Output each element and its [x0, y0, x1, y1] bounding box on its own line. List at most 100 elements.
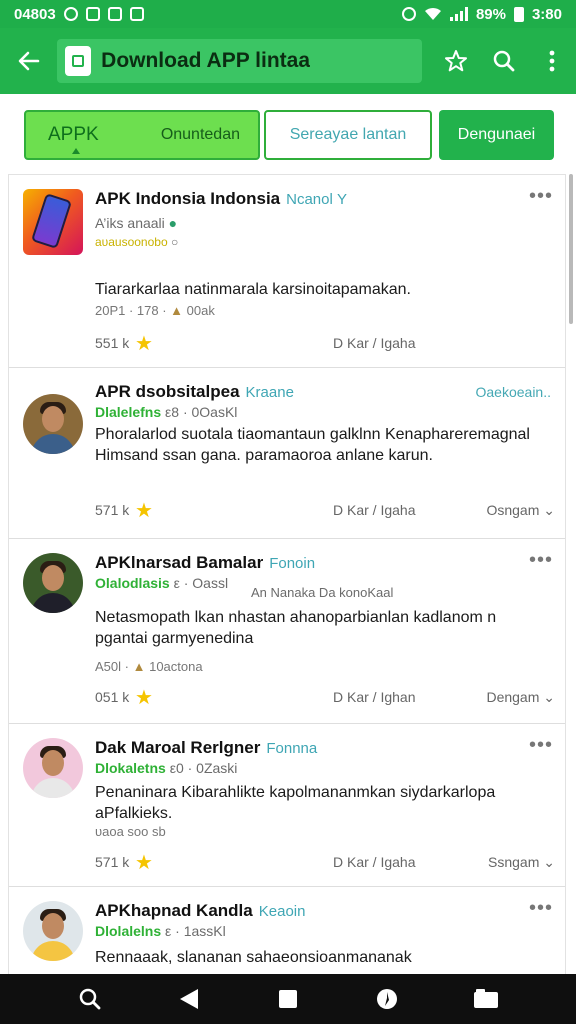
item-subtitle: Dlalelefns ε8 · 0OasKl	[95, 404, 238, 420]
search-icon	[493, 50, 515, 72]
item-title: APKhapnad Kandla Keaoin	[95, 901, 306, 920]
item-title: APKlnarsad Bamalar Fonoin	[95, 553, 316, 572]
list-item[interactable]: APKhapnad Kandla Keaoin ••• Dlolalelns ε …	[9, 887, 565, 974]
wifi-icon	[424, 7, 441, 20]
arrow-left-icon	[18, 51, 39, 71]
chevron-down-icon: ⌄	[543, 854, 555, 870]
chevron-down-icon: ⌄	[543, 502, 555, 518]
triangle-back-icon	[179, 989, 198, 1009]
item-subtitle: Dlolalelns ε · 1assKl	[95, 923, 226, 939]
item-footer: 051 k ★ D Kar / Ighan Dengam ⌄	[95, 687, 555, 709]
star-icon[interactable]: ★	[135, 331, 153, 356]
avatar	[23, 901, 83, 961]
item-note: An Nanaka Da konoKaal	[251, 585, 394, 600]
caret-up-icon	[72, 148, 80, 154]
filter-primary-secondary-label: Onuntedan	[160, 126, 240, 143]
vibrate-icon	[401, 7, 416, 21]
avatar	[23, 394, 83, 454]
item-rating-line: aυausoonobo ○	[95, 235, 179, 249]
item-description: Netasmopath lkan nhastan ahanoparbianlan…	[95, 609, 497, 647]
item-title: APR dsobsitalpea Kraane	[95, 382, 294, 401]
item-meta: A50l · ▲ 10actona	[95, 659, 203, 674]
filter-bar: APPK Onuntedan Sereayae lantan Dengunaei	[24, 110, 554, 160]
message-notification-icon	[129, 7, 144, 21]
results-list: APK Indonsia Indonsia Ncanol Υ ••• A’iks …	[8, 174, 566, 974]
back-button[interactable]	[0, 28, 57, 94]
star-icon[interactable]: ★	[135, 685, 153, 710]
item-description: Phoralarlod suotala tiaomantaun galklnn …	[95, 426, 530, 464]
item-subtitle: Dlokaletns ε0 · 0Zaski	[95, 760, 238, 776]
nav-compass-button[interactable]	[367, 979, 407, 1019]
address-bar[interactable]: Download APP lintaa	[57, 39, 422, 83]
filter-middle-label: Sereayae lantan	[289, 126, 407, 143]
overflow-menu-button[interactable]	[528, 28, 576, 94]
item-footer: 571 k ★ D Kar / Igaha Ssngam ⌄	[95, 852, 555, 874]
item-title: APK Indonsia Indonsia Ncanol Υ	[95, 189, 347, 208]
item-link[interactable]: Oaekoeain..	[476, 384, 552, 400]
item-description: Rennaaak, slananan sahaeonsioanmananak	[95, 949, 412, 966]
item-category: D Kar / Igaha	[333, 335, 416, 351]
battery-icon	[513, 6, 524, 22]
item-meta: 20P1 · 178 · ▲ 00ak	[95, 303, 215, 318]
avatar	[23, 553, 83, 613]
item-dropdown[interactable]: Dengam ⌄	[486, 689, 555, 706]
filter-primary-label: APPK	[48, 124, 99, 145]
app-thumbnail	[23, 189, 83, 255]
download-count: 551 k	[95, 335, 130, 351]
list-item[interactable]: APKlnarsad Bamalar Fonoin ••• Olalodlasis…	[9, 539, 565, 724]
filter-middle-tab[interactable]: Sereayae lantan	[264, 110, 432, 160]
filter-action-button[interactable]: Dengunaei	[439, 110, 554, 160]
nav-home-button[interactable]	[268, 979, 308, 1019]
square-home-icon	[278, 990, 297, 1008]
item-description: Penaninara Kibarahlikte kapolmananmkan s…	[95, 784, 496, 822]
download-count: 571 k	[95, 854, 130, 870]
item-category: D Kar / Ighan	[333, 689, 416, 705]
scrollbar[interactable]	[569, 174, 573, 324]
filter-primary-tab[interactable]: APPK Onuntedan	[24, 110, 260, 160]
status-code: 04803	[14, 5, 56, 23]
star-outline-icon	[445, 50, 467, 72]
item-meta: υaoa soo sb	[95, 824, 166, 839]
item-footer: 551 k ★ D Kar / Igaha	[95, 333, 555, 355]
tabs-icon	[474, 989, 499, 1008]
status-bar: 04803 89% 3:80	[0, 0, 576, 28]
nav-tabs-button[interactable]	[466, 979, 506, 1019]
signal-icon	[449, 7, 468, 21]
bookmark-button[interactable]	[432, 28, 480, 94]
compass-icon	[377, 989, 398, 1009]
star-icon[interactable]: ★	[135, 850, 153, 875]
system-nav-bar	[0, 974, 576, 1024]
star-icon[interactable]: ★	[135, 498, 153, 523]
download-count: 571 k	[95, 502, 130, 518]
nav-back-button[interactable]	[169, 979, 209, 1019]
more-options-icon[interactable]: •••	[529, 549, 553, 572]
page-title: Download APP lintaa	[101, 49, 311, 72]
image-notification-icon	[85, 7, 100, 21]
more-options-icon[interactable]: •••	[529, 185, 553, 208]
item-description: Tiararkarlaa natinmarala karsinoitapamak…	[95, 281, 411, 298]
item-footer: 571 k ★ D Kar / Igaha Osngam ⌄	[95, 500, 555, 522]
download-count: 051 k	[95, 689, 130, 705]
item-category: D Kar / Igaha	[333, 854, 416, 870]
more-options-icon[interactable]: •••	[529, 734, 553, 757]
chevron-down-icon: ⌄	[543, 689, 555, 705]
filter-action-label: Dengunaei	[457, 126, 536, 143]
notification-icon	[63, 7, 78, 21]
item-subtitle: Olalodlasis ε · Oassl	[95, 575, 229, 591]
app-bar: Download APP lintaa	[0, 28, 576, 94]
app-notification-icon	[107, 7, 122, 21]
nav-search-button[interactable]	[70, 979, 110, 1019]
battery-percent: 89%	[475, 5, 506, 23]
list-item[interactable]: Dak Maroal Rerlgner Fonnna ••• Dlokaletns…	[9, 724, 565, 887]
list-item[interactable]: APK Indonsia Indonsia Ncanol Υ ••• A’iks …	[9, 175, 565, 368]
item-title: Dak Maroal Rerlgner Fonnna	[95, 738, 318, 757]
item-dropdown[interactable]: Osngam ⌄	[486, 502, 555, 519]
item-subtitle: A’iks anaali ●	[95, 215, 178, 231]
item-dropdown[interactable]: Ssngam ⌄	[488, 854, 555, 871]
more-options-icon[interactable]: •••	[529, 897, 553, 920]
avatar	[23, 738, 83, 798]
page-icon	[65, 46, 92, 76]
search-button[interactable]	[480, 28, 528, 94]
list-item[interactable]: APR dsobsitalpea Kraane Oaekoeain.. Dlale…	[9, 368, 565, 539]
more-vertical-icon	[549, 50, 555, 72]
